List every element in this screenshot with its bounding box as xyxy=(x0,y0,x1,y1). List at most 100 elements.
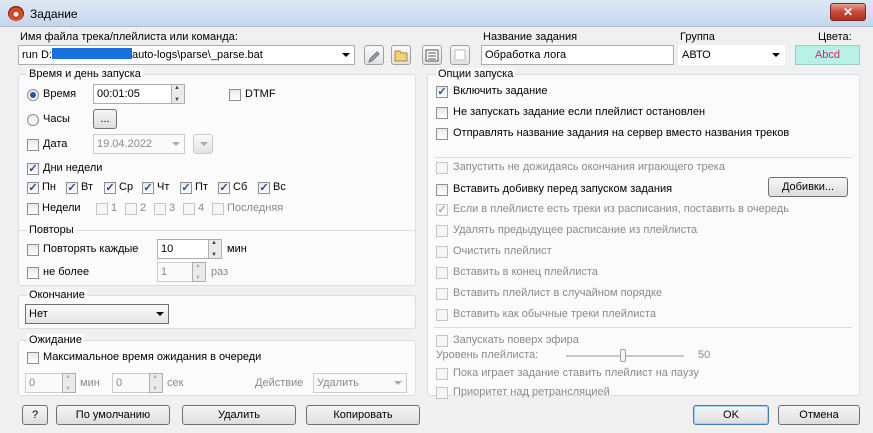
day-mon-checkbox[interactable]: ✓ xyxy=(27,182,39,194)
max-count-input[interactable]: 1 xyxy=(157,262,193,282)
option-label-1: Включить задание xyxy=(453,85,548,97)
date-checkbox[interactable] xyxy=(27,139,39,151)
close-button[interactable]: ✕ xyxy=(830,3,866,21)
option-checkbox-4[interactable] xyxy=(436,162,448,174)
wait-min-input[interactable]: 0 xyxy=(25,373,63,393)
week-last-checkbox[interactable] xyxy=(212,203,224,215)
window-title: Задание xyxy=(30,7,78,21)
week-4-label: 4 xyxy=(198,202,205,214)
option-checkbox-5[interactable] xyxy=(436,184,448,196)
max-wait-checkbox[interactable] xyxy=(27,352,39,364)
help-button[interactable]: ? xyxy=(22,405,48,425)
repeat-interval-spinner[interactable] xyxy=(208,239,222,259)
option-checkbox-8[interactable] xyxy=(436,246,448,258)
repeat-interval-input[interactable]: 10 xyxy=(157,239,209,259)
task-name-label: Название задания xyxy=(483,31,578,43)
colors-preview[interactable]: Abcd xyxy=(795,45,860,65)
delete-button[interactable]: Удалить xyxy=(182,405,296,425)
cancel-button[interactable]: Отмена xyxy=(778,405,860,425)
priority-checkbox[interactable] xyxy=(436,387,448,399)
week-3-checkbox[interactable] xyxy=(154,203,166,215)
option-checkbox-12[interactable] xyxy=(436,335,448,347)
separator xyxy=(434,157,852,158)
weekdays-checkbox[interactable]: ✓ xyxy=(27,163,39,175)
max-count-spinner[interactable] xyxy=(192,262,206,282)
level-slider-thumb[interactable] xyxy=(620,349,626,362)
file-combobox[interactable]: run D: auto-logs\parse\_parse.bat xyxy=(18,45,355,65)
time-input[interactable]: 00:01:05 xyxy=(93,84,173,104)
day-tue-checkbox[interactable]: ✓ xyxy=(66,182,78,194)
day-sun-checkbox[interactable]: ✓ xyxy=(258,182,270,194)
eraser-icon xyxy=(454,49,466,61)
group-select[interactable]: АВТО xyxy=(678,45,785,65)
wait-sec-input[interactable]: 0 xyxy=(112,373,150,393)
copy-button[interactable]: Копировать xyxy=(306,405,420,425)
option-label-6: Если в плейлисте есть треки из расписани… xyxy=(453,203,789,215)
task-name-input[interactable]: Обработка лога xyxy=(481,45,674,65)
priority-label: Приоритет над ретрансляцией xyxy=(453,386,610,398)
repeat-checkbox[interactable] xyxy=(27,244,39,256)
playlist-button[interactable] xyxy=(422,45,442,65)
option-checkbox-2[interactable] xyxy=(436,107,448,119)
time-radio[interactable] xyxy=(27,89,39,101)
redacted-block xyxy=(51,48,132,59)
week-2-checkbox[interactable] xyxy=(125,203,137,215)
week-last-label: Последняя xyxy=(227,202,284,214)
hours-button[interactable]: ... xyxy=(93,109,117,129)
repeat-unit: мин xyxy=(227,243,247,255)
action-select[interactable]: Удалить xyxy=(313,373,407,393)
option-checkbox-7[interactable] xyxy=(436,225,448,237)
option-label-9: Вставить в конец плейлиста xyxy=(453,266,598,278)
file-label: Имя файла трека/плейлиста или команда: xyxy=(20,31,238,43)
ending-select[interactable]: Нет xyxy=(25,304,169,324)
chevron-down-icon xyxy=(394,381,402,385)
clear-button[interactable] xyxy=(450,45,470,65)
repeat-group: Повторы Повторять каждые 10 мин не более… xyxy=(18,224,416,286)
week-4-checkbox[interactable] xyxy=(183,203,195,215)
day-sat-checkbox[interactable]: ✓ xyxy=(218,182,230,194)
chevron-down-icon xyxy=(156,312,164,316)
default-button[interactable]: По умолчанию xyxy=(56,405,170,425)
wait-sec-unit: сек xyxy=(167,377,184,389)
day-wed-checkbox[interactable]: ✓ xyxy=(104,182,116,194)
ending-title: Окончание xyxy=(27,289,87,301)
day-thu-checkbox[interactable]: ✓ xyxy=(142,182,154,194)
folder-icon xyxy=(394,50,408,62)
dtmf-checkbox[interactable] xyxy=(229,89,241,101)
weeks-checkbox[interactable] xyxy=(27,203,39,215)
max-wait-label: Максимальное время ожидания в очереди xyxy=(43,351,262,363)
max-count-unit: раз xyxy=(211,266,229,278)
date-dropdown-button[interactable] xyxy=(193,134,213,154)
option-label-10: Вставить плейлист в случайном порядке xyxy=(453,287,663,299)
fillers-button[interactable]: Добивки... xyxy=(768,177,848,197)
day-tue-label: Вт xyxy=(81,181,94,193)
option-checkbox-10[interactable] xyxy=(436,288,448,300)
wait-min-unit: мин xyxy=(80,377,100,389)
edit-button[interactable] xyxy=(364,45,384,65)
option-label-8: Очистить плейлист xyxy=(453,245,552,257)
repeat-title: Повторы xyxy=(27,224,76,236)
day-sat-label: Сб xyxy=(233,181,248,193)
week-1-checkbox[interactable] xyxy=(96,203,108,215)
day-fri-label: Пт xyxy=(195,181,208,193)
option-checkbox-3[interactable] xyxy=(436,128,448,140)
option-checkbox-1[interactable]: ✓ xyxy=(436,86,448,98)
time-spinner[interactable] xyxy=(171,84,185,104)
open-folder-button[interactable] xyxy=(391,45,411,65)
option-checkbox-6[interactable]: ✓ xyxy=(436,204,448,216)
option-label-2: Не запускать задание если плейлист остан… xyxy=(453,106,706,118)
day-fri-checkbox[interactable]: ✓ xyxy=(180,182,192,194)
hours-radio[interactable] xyxy=(27,114,39,126)
date-picker[interactable]: 19.04.2022 xyxy=(93,134,185,154)
max-count-checkbox[interactable] xyxy=(27,267,39,279)
list-icon xyxy=(425,49,439,62)
option-checkbox-11[interactable] xyxy=(436,309,448,321)
day-thu-label: Чт xyxy=(157,181,170,193)
option-checkbox-9[interactable] xyxy=(436,267,448,279)
wait-min-spinner[interactable] xyxy=(62,373,76,393)
max-count-label: не более xyxy=(43,266,90,278)
ok-button[interactable]: OK xyxy=(693,405,769,425)
wait-sec-spinner[interactable] xyxy=(149,373,163,393)
schedule-title: Время и день запуска xyxy=(27,68,143,80)
pause-checkbox[interactable] xyxy=(436,368,448,380)
